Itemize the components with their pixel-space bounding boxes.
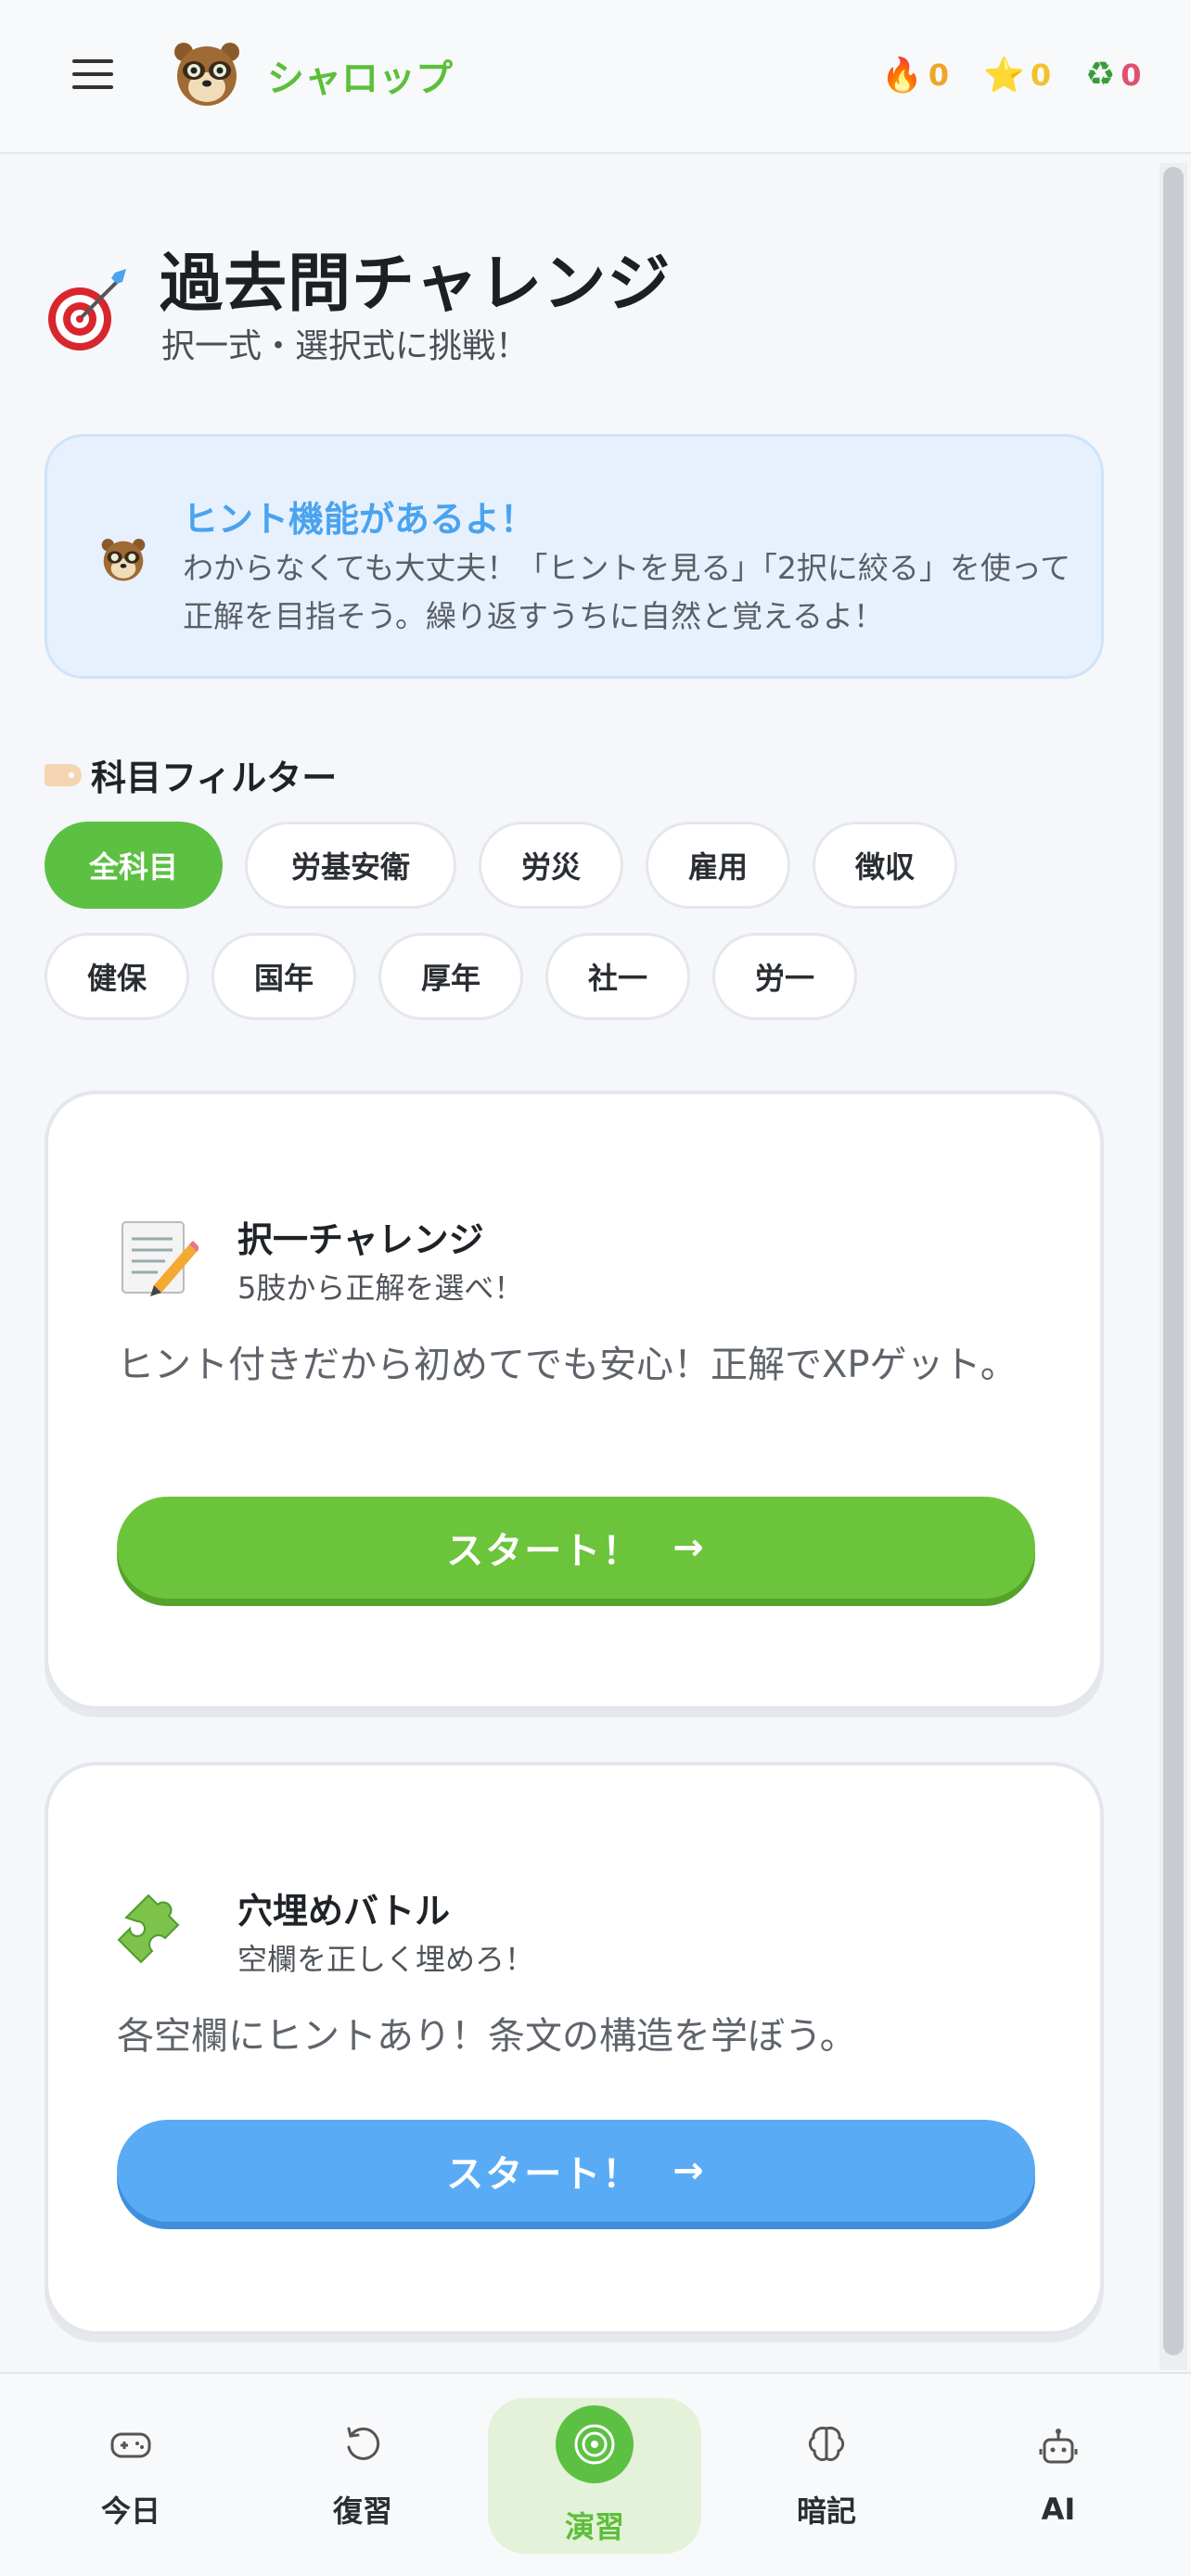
filter-chip-rousai[interactable]: 労災	[479, 822, 623, 909]
streak-counter: 🔥 0	[881, 56, 949, 95]
nav-label: AI	[1041, 2492, 1076, 2527]
memo-pencil-icon	[122, 1221, 198, 1296]
brand-name: シャロップ	[267, 57, 453, 100]
filter-chip-koyou[interactable]: 雇用	[646, 822, 790, 909]
xp-counter: ⭐ 0	[983, 56, 1051, 95]
filter-chip-rouichi[interactable]: 労一	[712, 933, 857, 1020]
main-content[interactable]: 過去問チャレンジ 択一式・選択式に挑戦！ ヒント機能があるよ！ わからなくても大…	[0, 156, 1191, 2372]
recycle-icon: ♻	[1085, 56, 1116, 94]
nav-label: 暗記	[796, 2493, 856, 2529]
nav-item-memorize[interactable]: 暗記	[720, 2398, 933, 2554]
robot-icon	[1039, 2429, 1078, 2464]
cycle-value: 0	[1121, 57, 1142, 93]
start-button-label: スタート！	[446, 2153, 642, 2196]
challenge-card-fill-in: 穴埋めバトル 空欄を正しく埋めろ！ 各空欄にヒントあり！条文の構造を学ぼう。 ス…	[45, 1762, 1104, 2335]
bottom-nav: 今日 復習 演習 暗記 AI	[0, 2372, 1191, 2576]
card-title: 穴埋めバトル	[237, 1891, 451, 1932]
streak-value: 0	[928, 57, 950, 93]
nav-label: 演習	[564, 2509, 624, 2544]
nav-label: 復習	[332, 2493, 392, 2529]
hint-callout: ヒント機能があるよ！ わからなくても大丈夫！「ヒントを見る」「2択に絞る」を使っ…	[45, 434, 1104, 679]
nav-item-review[interactable]: 復習	[256, 2398, 469, 2554]
tag-icon	[45, 763, 82, 786]
card-subtitle: 空欄を正しく埋めろ！	[237, 1942, 535, 1977]
card-description: ヒント付きだから初めてでも安心！正解でXPゲット。	[117, 1344, 1018, 1386]
card-description: 各空欄にヒントあり！条文の構造を学ぼう。	[117, 2015, 857, 2058]
target-icon	[556, 2405, 634, 2483]
xp-value: 0	[1030, 57, 1052, 93]
start-button-label: スタート！	[446, 1530, 642, 1573]
hint-text: わからなくても大丈夫！「ヒントを見る」「2択に絞る」を使って正解を目指そう。繰り…	[183, 550, 1071, 634]
filter-chip-shaichi[interactable]: 社一	[545, 933, 690, 1020]
top-header: シャロップ 🔥 0 ⭐ 0 ♻ 0	[0, 0, 1191, 154]
star-icon: ⭐	[983, 57, 1025, 95]
card-subtitle: 5肢から正解を選べ！	[237, 1270, 524, 1306]
page-title: 過去問チャレンジ	[160, 248, 672, 321]
nav-item-today[interactable]: 今日	[24, 2398, 237, 2554]
mascot-icon	[101, 539, 146, 581]
puzzle-piece-icon	[117, 1894, 180, 1964]
subject-filter-heading: 科目フィルター	[45, 749, 337, 800]
app-root: シャロップ 🔥 0 ⭐ 0 ♻ 0 過去問チャレンジ 択一式・選択式に挑戦！ ヒ…	[0, 0, 1191, 2576]
cycle-counter: ♻ 0	[1085, 56, 1142, 94]
filter-chip-kenpo[interactable]: 健保	[45, 933, 189, 1020]
gamepad-icon	[110, 2432, 151, 2458]
filter-chip-all[interactable]: 全科目	[45, 822, 223, 909]
start-button[interactable]: スタート！ →	[117, 2120, 1035, 2222]
arrow-right-icon: →	[672, 1526, 706, 1569]
filter-chip-kounen[interactable]: 厚年	[378, 933, 523, 1020]
subject-filter-title: 科目フィルター	[91, 758, 338, 798]
nav-item-practice[interactable]: 演習	[488, 2398, 701, 2554]
scrollbar-thumb[interactable]	[1163, 167, 1184, 2355]
arrow-right-icon: →	[672, 2149, 706, 2192]
nav-item-ai[interactable]: AI	[952, 2398, 1165, 2554]
card-title: 択一チャレンジ	[237, 1219, 484, 1260]
start-button[interactable]: スタート！ →	[117, 1497, 1035, 1599]
hint-title: ヒント機能があるよ！	[183, 499, 536, 540]
menu-icon[interactable]	[72, 59, 113, 93]
filter-chip-roki-anei[interactable]: 労基安衛	[245, 822, 456, 909]
filter-chip-kokunen[interactable]: 国年	[211, 933, 356, 1020]
nav-label: 今日	[100, 2493, 160, 2529]
refresh-icon	[347, 2427, 380, 2460]
fire-icon: 🔥	[881, 57, 923, 95]
brain-icon	[808, 2427, 845, 2462]
page-subtitle: 択一式・選択式に挑戦！	[161, 327, 530, 365]
mascot-logo	[174, 43, 239, 106]
filter-chip-choushuu[interactable]: 徴収	[813, 822, 957, 909]
challenge-card-multiple-choice: 択一チャレンジ 5肢から正解を選べ！ ヒント付きだから初めてでも安心！正解でXP…	[45, 1090, 1104, 1710]
target-dart-icon	[48, 269, 126, 351]
